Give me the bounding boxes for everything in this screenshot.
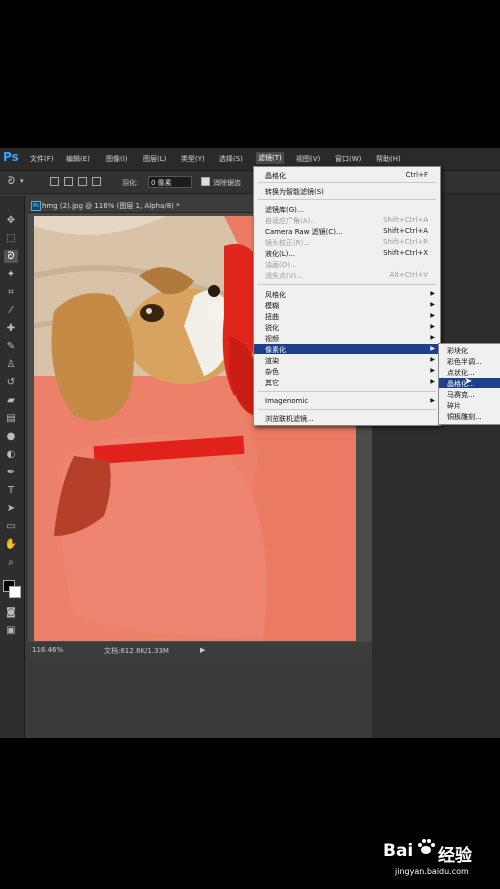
menu-view[interactable]: 视图(V)	[296, 154, 320, 164]
pixelate-item-mezzotint[interactable]: 铜板雕刻...	[439, 411, 500, 421]
filter-menu-item-stylize[interactable]: 风格化 ▶	[254, 289, 440, 299]
feather-input[interactable]: 0 像素	[148, 176, 192, 188]
pixelate-item-fragment[interactable]: 碎片	[439, 400, 500, 410]
healing-brush-tool-icon[interactable]: ✚	[4, 322, 18, 335]
filter-menu-item-browse-online[interactable]: 浏览联机滤镜...	[254, 413, 440, 423]
magic-wand-tool-icon[interactable]: ✦	[4, 268, 18, 281]
paw-icon	[418, 839, 435, 854]
submenu-arrow-icon: ▶	[430, 323, 435, 330]
filter-menu-item-pixelate[interactable]: 像素化 ▶	[254, 344, 440, 354]
chevron-down-icon[interactable]: ▾	[20, 177, 24, 185]
filter-menu-item-vanishing-point: 消失点(V)... Alt+Ctrl+V	[265, 271, 428, 280]
menu-type[interactable]: 类型(Y)	[181, 154, 205, 164]
submenu-arrow-icon: ▶	[430, 356, 435, 363]
marquee-tool-icon[interactable]: ⬚	[4, 232, 18, 245]
menu-filter[interactable]: 滤镜(T)	[256, 152, 284, 164]
submenu-arrow-icon: ▶	[430, 378, 435, 385]
submenu-arrow-icon: ▶	[430, 312, 435, 319]
menu-select[interactable]: 选择(S)	[219, 154, 243, 164]
filter-menu-item-oil-paint: 油画(O)...	[265, 261, 297, 269]
filter-menu-item-adaptive-wide-angle: 自适应广角(A)... Shift+Ctrl+A	[265, 216, 428, 225]
filter-menu-item-video[interactable]: 视频 ▶	[254, 333, 440, 343]
filter-menu-item-camera-raw[interactable]: Camera Raw 滤镜(C)... Shift+Ctrl+A	[254, 226, 440, 236]
eraser-tool-icon[interactable]: ▰	[4, 394, 18, 407]
zoom-tool-icon[interactable]: ⌕	[4, 556, 18, 569]
new-selection-icon[interactable]	[50, 177, 59, 186]
feather-label: 羽化:	[122, 179, 139, 187]
gradient-tool-icon[interactable]: ▤	[4, 412, 18, 425]
background-color-swatch[interactable]	[9, 586, 21, 598]
pen-tool-icon[interactable]: ✒	[4, 466, 18, 479]
submenu-arrow-icon: ▶	[430, 397, 435, 404]
filter-menu-item-lens-correction: 镜头校正(R)... Shift+Ctrl+R	[265, 238, 428, 247]
menu-layer[interactable]: 图层(L)	[143, 154, 166, 164]
filter-menu-item-other[interactable]: 其它 ▶	[254, 377, 440, 387]
dodge-tool-icon[interactable]: ◐	[4, 448, 18, 461]
eyedropper-tool-icon[interactable]: ⁄	[4, 304, 18, 317]
menu-separator	[258, 199, 436, 200]
watermark-brand: Bai	[383, 841, 414, 861]
filter-menu: 晶格化 Ctrl+F 转换为智能滤镜(S) 滤镜库(G)... 自适应广角(A)…	[253, 166, 441, 426]
blur-tool-icon[interactable]: ●	[4, 430, 18, 443]
rectangle-tool-icon[interactable]: ▭	[4, 520, 18, 533]
watermark-url: jingyan.baidu.com	[395, 867, 469, 876]
submenu-arrow-icon: ▶	[430, 367, 435, 374]
ps-doc-icon: Ps	[31, 201, 41, 211]
intersect-selection-icon[interactable]	[92, 177, 101, 186]
baidu-jingyan-watermark: Bai 经验 jingyan.baidu.com	[383, 833, 493, 883]
filter-menu-item-imagenomic[interactable]: Imagenomic ▶	[254, 396, 440, 406]
type-tool-icon[interactable]: T	[4, 484, 18, 497]
submenu-arrow-icon: ▶	[430, 301, 435, 308]
document-title: hmg (2).jpg @ 116% (图层 1, Alpha/8) *	[42, 202, 180, 210]
submenu-arrow-icon: ▶	[430, 345, 435, 352]
clone-stamp-tool-icon[interactable]: ♙	[4, 358, 18, 371]
screen-mode-icon[interactable]: ▣	[4, 624, 18, 637]
hand-tool-icon[interactable]: ✋	[4, 538, 18, 551]
filter-menu-item-blur[interactable]: 模糊 ▶	[254, 300, 440, 310]
move-tool-icon[interactable]: ✥	[4, 214, 18, 227]
lasso-tool-icon[interactable]: ᘐ	[4, 250, 18, 263]
submenu-arrow-icon: ▶	[430, 290, 435, 297]
quick-mask-icon[interactable]: ◙	[4, 606, 18, 619]
filter-menu-item-noise[interactable]: 杂色 ▶	[254, 366, 440, 376]
menu-file[interactable]: 文件(F)	[30, 154, 54, 164]
menu-separator	[258, 409, 436, 410]
crop-tool-icon[interactable]: ⌗	[4, 286, 18, 299]
mouse-cursor-icon: ➤	[464, 376, 473, 387]
history-brush-tool-icon[interactable]: ↺	[4, 376, 18, 389]
zoom-level[interactable]: 116.46%	[32, 646, 63, 654]
pixelate-item-color-halftone[interactable]: 彩色半调...	[439, 356, 500, 366]
menu-help[interactable]: 帮助(H)	[376, 154, 401, 164]
menu-separator	[258, 182, 436, 183]
pixelate-item-facet[interactable]: 彩块化	[439, 345, 500, 355]
add-selection-icon[interactable]	[64, 177, 73, 186]
menu-image[interactable]: 图像(I)	[106, 154, 128, 164]
filter-menu-item-sharpen[interactable]: 锐化 ▶	[254, 322, 440, 332]
photoshop-logo: Ps	[3, 150, 19, 164]
subtract-selection-icon[interactable]	[78, 177, 87, 186]
submenu-arrow-icon: ▶	[430, 334, 435, 341]
menu-window[interactable]: 窗口(W)	[335, 154, 361, 164]
antialias-checkbox[interactable]	[201, 177, 210, 186]
menu-edit[interactable]: 编辑(E)	[66, 154, 90, 164]
status-bar: 116.46% 文档:612.8K/1.33M ▶	[28, 642, 372, 658]
pixelate-item-mosaic[interactable]: 马赛克...	[439, 389, 500, 399]
status-arrow-icon[interactable]: ▶	[200, 646, 205, 654]
brush-tool-icon[interactable]: ✎	[4, 340, 18, 353]
filter-menu-item-filter-gallery[interactable]: 滤镜库(G)...	[254, 204, 440, 214]
document-size: 文档:612.8K/1.33M	[104, 647, 169, 655]
antialias-label: 消除锯齿	[213, 179, 241, 187]
menu-separator	[258, 391, 436, 392]
filter-menu-item-last-filter[interactable]: 晶格化 Ctrl+F	[254, 170, 440, 180]
filter-menu-item-liquify[interactable]: 液化(L)... Shift+Ctrl+X	[254, 248, 440, 258]
lasso-icon[interactable]: ᘐ	[8, 176, 15, 187]
filter-menu-item-distort[interactable]: 扭曲 ▶	[254, 311, 440, 321]
filter-menu-item-render[interactable]: 渲染 ▶	[254, 355, 440, 365]
menu-separator	[258, 284, 436, 285]
tools-panel: ✥ ⬚ ᘐ ✦ ⌗ ⁄ ✚ ✎ ♙ ↺ ▰ ▤ ● ◐ ✒ T ➤ ▭ ✋ ⌕ …	[0, 196, 25, 738]
watermark-brand-suffix: 经验	[438, 846, 472, 866]
path-selection-tool-icon[interactable]: ➤	[4, 502, 18, 515]
filter-menu-item-smart-filter[interactable]: 转换为智能滤镜(S)	[254, 186, 440, 196]
